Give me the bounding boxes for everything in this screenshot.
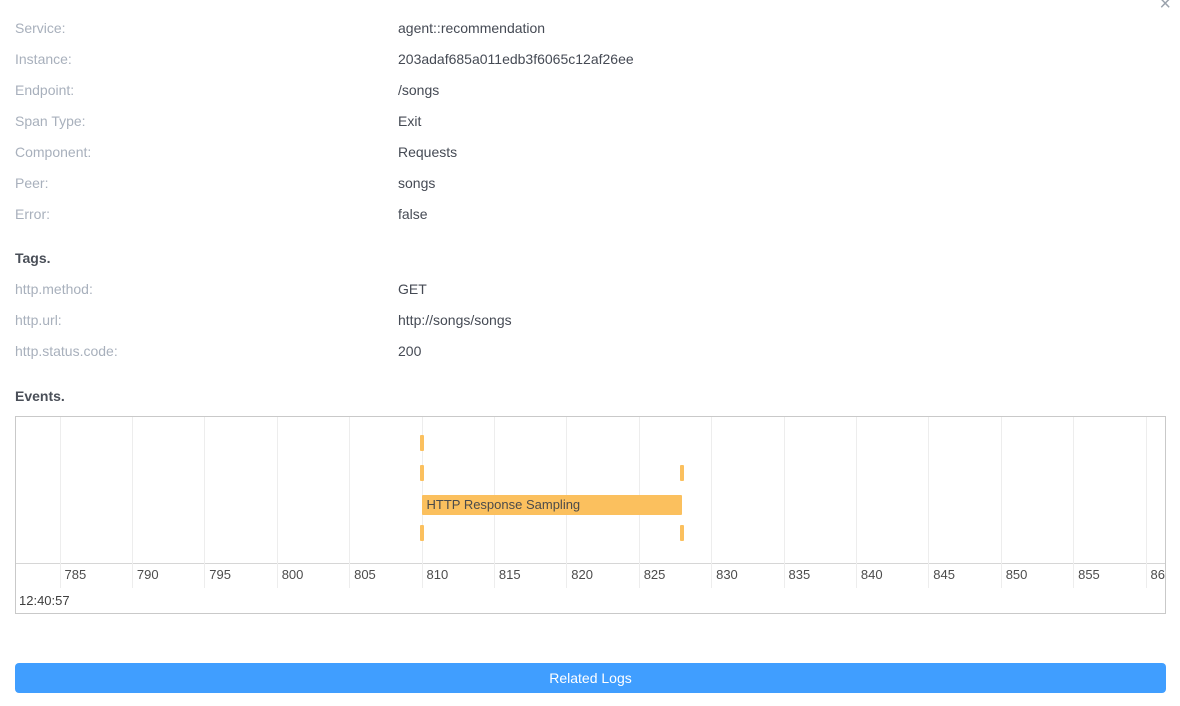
detail-label: Endpoint:: [15, 82, 398, 98]
timeline-start-time: 12:40:57: [19, 593, 70, 608]
tag-value: GET: [398, 281, 427, 297]
span-detail-panel: Service: agent::recommendation Instance:…: [0, 0, 1180, 693]
axis-tick-label: 800: [282, 567, 304, 582]
detail-value: Exit: [398, 113, 421, 129]
timeline-gridline: [1073, 417, 1074, 588]
timeline-gridline: [132, 417, 133, 588]
timeline-gridline: [277, 417, 278, 588]
tag-value: http://songs/songs: [398, 312, 512, 328]
detail-label: Component:: [15, 144, 398, 160]
detail-label: Instance:: [15, 51, 398, 67]
tags-section-heading: Tags.: [15, 242, 1166, 273]
timeline-gridline: [928, 417, 929, 588]
axis-tick-label: 790: [137, 567, 159, 582]
detail-label: Span Type:: [15, 113, 398, 129]
axis-tick-label: 825: [644, 567, 666, 582]
axis-tick-label: 810: [427, 567, 449, 582]
detail-row-error: Error: false: [15, 198, 1166, 229]
axis-tick-label: 815: [499, 567, 521, 582]
tag-label: http.url:: [15, 312, 398, 328]
axis-tick-label: 820: [571, 567, 593, 582]
axis-tick-label: 805: [354, 567, 376, 582]
close-icon[interactable]: ×: [1159, 0, 1171, 14]
axis-tick-label: 855: [1078, 567, 1100, 582]
tag-label: http.status.code:: [15, 343, 398, 359]
timeline-gridline: [784, 417, 785, 588]
timeline-gridline: [856, 417, 857, 588]
event-instant-tick[interactable]: [680, 525, 684, 541]
tag-row-http-status-code: http.status.code: 200: [15, 335, 1166, 366]
detail-value: 203adaf685a011edb3f6065c12af26ee: [398, 51, 634, 67]
event-instant-tick[interactable]: [680, 465, 684, 481]
timeline-gridline: [60, 417, 61, 588]
related-logs-button[interactable]: Related Logs: [15, 663, 1166, 693]
tag-row-http-url: http.url: http://songs/songs: [15, 304, 1166, 335]
detail-value: agent::recommendation: [398, 20, 545, 36]
detail-value: /songs: [398, 82, 439, 98]
detail-label: Error:: [15, 206, 398, 222]
detail-row-peer: Peer: songs: [15, 167, 1166, 198]
axis-tick-label: 795: [209, 567, 231, 582]
axis-tick-label: 785: [65, 567, 87, 582]
axis-tick-label: 845: [933, 567, 955, 582]
detail-row-service: Service: agent::recommendation: [15, 12, 1166, 43]
axis-tick-label: 830: [716, 567, 738, 582]
timeline-axis-line: [16, 563, 1165, 564]
axis-tick-label: 840: [861, 567, 883, 582]
timeline-gridline: [1146, 417, 1147, 588]
detail-row-endpoint: Endpoint: /songs: [15, 74, 1166, 105]
detail-row-component: Component: Requests: [15, 136, 1166, 167]
detail-value: false: [398, 206, 428, 222]
event-span-bar[interactable]: HTTP Response Sampling: [422, 495, 683, 515]
axis-tick-label: 850: [1006, 567, 1028, 582]
tag-value: 200: [398, 343, 421, 359]
timeline-gridline: [349, 417, 350, 588]
detail-row-instance: Instance: 203adaf685a011edb3f6065c12af26…: [15, 43, 1166, 74]
event-instant-tick[interactable]: [420, 465, 424, 481]
axis-tick-label: 860: [1151, 567, 1167, 582]
axis-tick-label: 835: [789, 567, 811, 582]
detail-value: Requests: [398, 144, 457, 160]
event-instant-tick[interactable]: [420, 435, 424, 451]
tag-row-http-method: http.method: GET: [15, 273, 1166, 304]
tag-label: http.method:: [15, 281, 398, 297]
timeline-gridline: [204, 417, 205, 588]
detail-label: Peer:: [15, 175, 398, 191]
detail-row-span-type: Span Type: Exit: [15, 105, 1166, 136]
events-section-heading: Events.: [15, 380, 1166, 411]
detail-label: Service:: [15, 20, 398, 36]
event-instant-tick[interactable]: [420, 525, 424, 541]
timeline-gridline: [711, 417, 712, 588]
timeline-gridline: [1001, 417, 1002, 588]
detail-value: songs: [398, 175, 435, 191]
events-timeline-chart: 12:40:57 785 790 795 800 805 810 815 820 825 830 8…: [15, 416, 1166, 614]
